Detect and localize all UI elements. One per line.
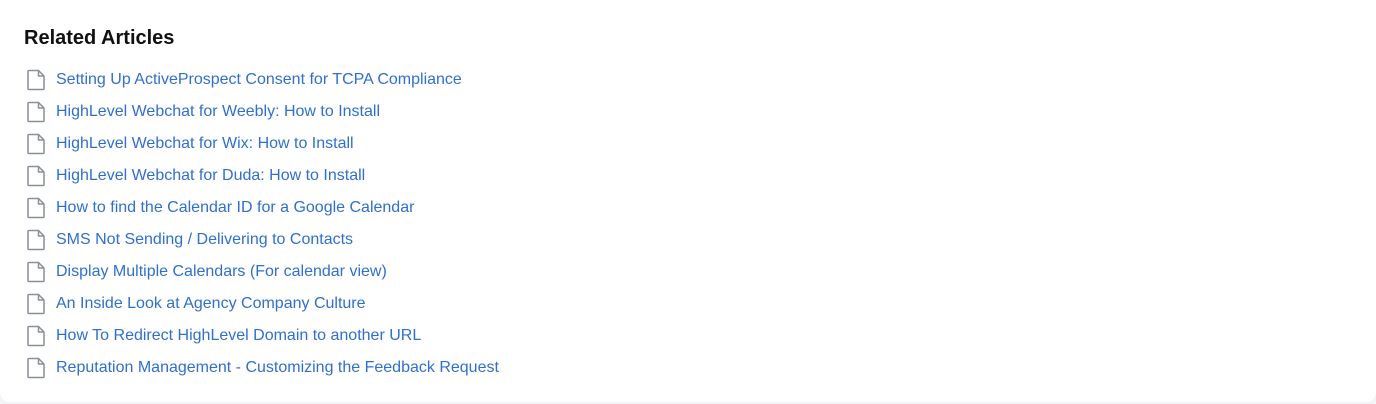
list-item: How to find the Calendar ID for a Google… [24,192,499,224]
list-item: HighLevel Webchat for Duda: How to Insta… [24,160,499,192]
article-link[interactable]: Display Multiple Calendars (For calendar… [56,262,387,282]
document-icon [24,356,48,380]
list-item: SMS Not Sending / Delivering to Contacts [24,224,499,256]
document-icon [24,100,48,124]
document-icon [24,260,48,284]
document-icon [24,196,48,220]
document-icon [24,324,48,348]
article-link[interactable]: SMS Not Sending / Delivering to Contacts [56,230,353,250]
document-icon [24,68,48,92]
list-item: HighLevel Webchat for Wix: How to Instal… [24,128,499,160]
related-articles-card: Related Articles Setting Up ActiveProspe… [0,0,1376,402]
article-link[interactable]: How To Redirect HighLevel Domain to anot… [56,326,421,346]
document-icon [24,228,48,252]
document-icon [24,292,48,316]
section-title: Related Articles [24,27,175,49]
article-link[interactable]: How to find the Calendar ID for a Google… [56,198,414,218]
list-item: Display Multiple Calendars (For calendar… [24,256,499,288]
list-item: HighLevel Webchat for Weebly: How to Ins… [24,96,499,128]
document-icon [24,164,48,188]
article-link[interactable]: Setting Up ActiveProspect Consent for TC… [56,70,462,90]
article-link[interactable]: An Inside Look at Agency Company Culture [56,294,366,314]
list-item: Reputation Management - Customizing the … [24,352,499,384]
document-icon [24,132,48,156]
list-item: Setting Up ActiveProspect Consent for TC… [24,64,499,96]
article-list: Setting Up ActiveProspect Consent for TC… [24,64,499,384]
article-link[interactable]: Reputation Management - Customizing the … [56,358,499,378]
list-item: An Inside Look at Agency Company Culture [24,288,499,320]
article-link[interactable]: HighLevel Webchat for Weebly: How to Ins… [56,102,380,122]
list-item: How To Redirect HighLevel Domain to anot… [24,320,499,352]
article-link[interactable]: HighLevel Webchat for Duda: How to Insta… [56,166,365,186]
article-link[interactable]: HighLevel Webchat for Wix: How to Instal… [56,134,354,154]
